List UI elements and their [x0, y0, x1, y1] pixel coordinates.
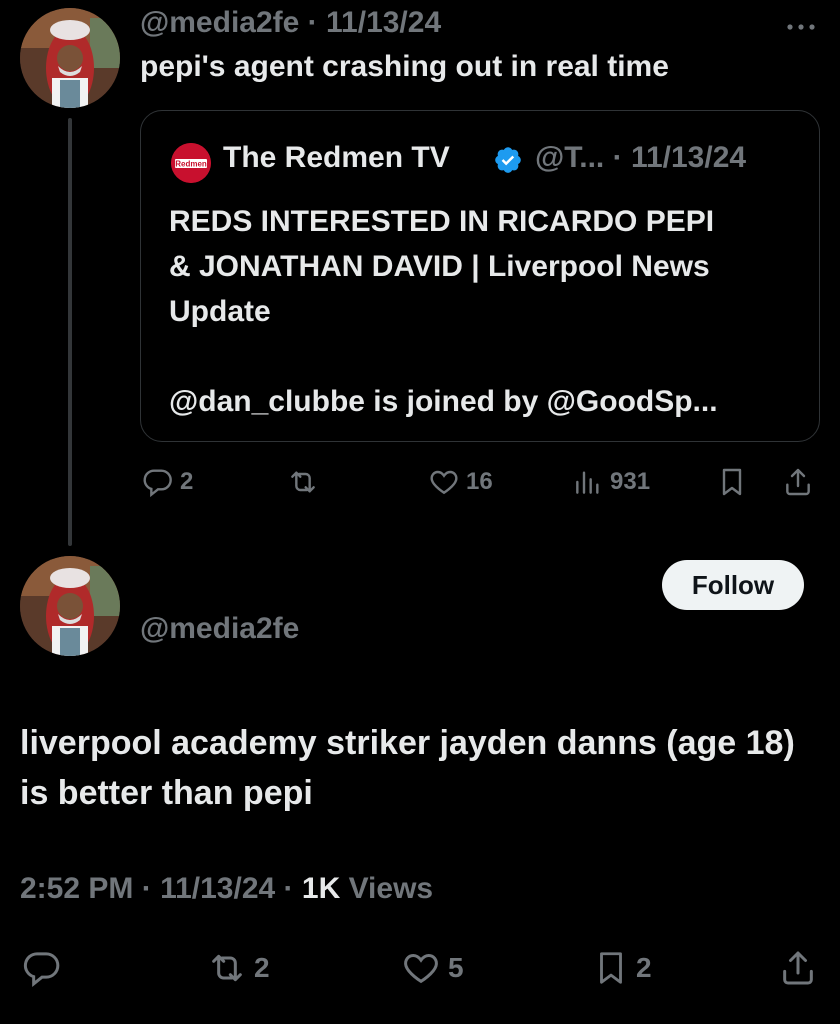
quoted-tweet-card[interactable]: Redmen The Redmen TV @T... · 11/13/24 RE… — [140, 110, 820, 442]
bookmark-button[interactable] — [716, 466, 748, 498]
follow-button[interactable]: Follow — [662, 560, 804, 610]
heart-icon — [400, 948, 442, 988]
bookmark-icon — [592, 948, 630, 988]
author-handle[interactable]: @media2fe — [140, 612, 299, 646]
views-button[interactable]: 931 — [572, 466, 650, 498]
avatar[interactable] — [20, 556, 120, 656]
repost-count: 2 — [254, 952, 270, 983]
reply-count: 2 — [180, 468, 194, 495]
bookmark-button[interactable]: 2 — [592, 948, 652, 988]
avatar[interactable] — [20, 8, 120, 108]
views-count: 931 — [610, 468, 651, 495]
tweet-date[interactable]: 11/13/24 — [326, 6, 441, 39]
redmen-logo-text: Redmen — [175, 160, 207, 169]
separator-dot: · — [141, 872, 152, 905]
bookmark-icon — [716, 466, 748, 498]
views-label: Views — [348, 872, 434, 905]
tweet-meta: 2:52 PM · 11/13/24 · 1K Views — [20, 872, 433, 906]
like-button[interactable]: 5 — [400, 948, 464, 988]
quoted-tweet-text: REDS INTERESTED IN RICARDO PEPI & JONATH… — [169, 205, 718, 418]
heart-icon — [428, 466, 460, 498]
reply-icon — [142, 466, 174, 498]
separator-dot: · — [612, 141, 623, 174]
repost-button[interactable]: 2 — [206, 948, 270, 988]
reply-icon — [22, 948, 62, 988]
tweet-text: liverpool academy striker jayden danns (… — [20, 724, 795, 812]
like-count: 16 — [466, 468, 493, 495]
share-button[interactable] — [782, 466, 814, 498]
repost-icon — [206, 948, 248, 988]
separator-dot: · — [283, 872, 294, 905]
views-count[interactable]: 1K — [302, 872, 340, 905]
reply-button[interactable]: 2 — [142, 466, 193, 498]
share-icon — [778, 948, 818, 988]
repost-button[interactable] — [286, 466, 326, 498]
like-button[interactable]: 16 — [428, 466, 493, 498]
verified-badge-icon — [493, 145, 523, 175]
repost-icon — [286, 466, 320, 498]
quoted-author-name[interactable]: The Redmen TV — [223, 141, 450, 175]
share-button[interactable] — [778, 948, 818, 988]
tweet-text: pepi's agent crashing out in real time — [140, 50, 669, 83]
quoted-author-meta: @T... · 11/13/24 — [535, 141, 746, 175]
thread-line — [68, 118, 72, 546]
share-icon — [782, 466, 814, 498]
quoted-tweet-date[interactable]: 11/13/24 — [631, 141, 746, 174]
more-horizontal-icon[interactable] — [786, 6, 816, 40]
tweet-time[interactable]: 2:52 PM — [20, 872, 133, 905]
reply-button[interactable] — [22, 948, 68, 988]
tweet-date[interactable]: 11/13/24 — [160, 872, 275, 905]
redmen-logo: Redmen — [171, 143, 211, 183]
like-count: 5 — [448, 952, 464, 983]
author-handle[interactable]: @media2fe — [140, 6, 299, 39]
tweet-header: @media2fe · 11/13/24 — [140, 6, 441, 40]
bookmark-count: 2 — [636, 952, 652, 983]
quoted-author-handle[interactable]: @T... — [535, 141, 604, 174]
separator-dot: · — [307, 6, 318, 39]
analytics-icon — [572, 466, 604, 498]
